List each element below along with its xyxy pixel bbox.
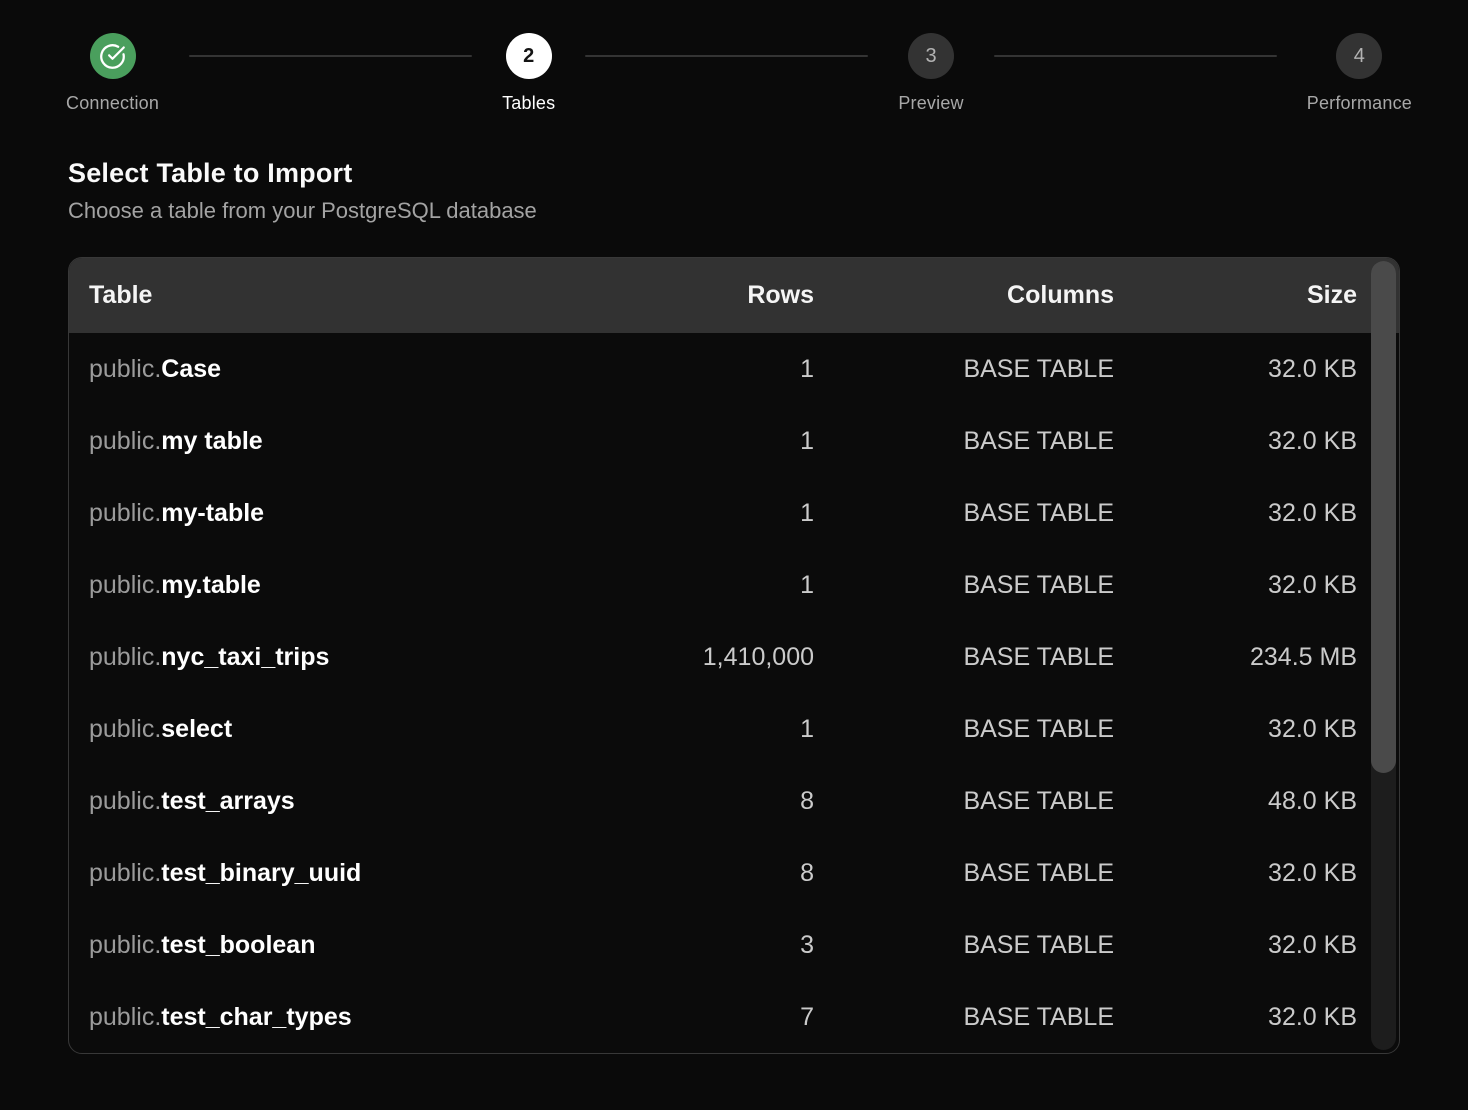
table-row[interactable]: public.test_char_types 7 BASE TABLE 32.0… [69, 981, 1399, 1053]
columns-cell: BASE TABLE [814, 571, 1114, 600]
table-name: test_boolean [161, 931, 315, 959]
step-connection-label: Connection [66, 93, 159, 114]
table-name: nyc_taxi_trips [161, 643, 329, 671]
size-cell: 32.0 KB [1114, 499, 1357, 528]
schema-prefix: public. [89, 427, 161, 455]
step-performance[interactable]: 4 Performance [1307, 33, 1412, 114]
size-cell: 32.0 KB [1114, 355, 1357, 384]
table-name-cell: public.Case [89, 355, 614, 384]
table-name: Case [161, 355, 221, 383]
size-cell: 32.0 KB [1114, 1003, 1357, 1032]
column-header-size: Size [1114, 281, 1357, 310]
step-preview-label: Preview [898, 93, 963, 114]
scrollbar-thumb[interactable] [1371, 261, 1396, 773]
rows-cell: 1,410,000 [614, 643, 814, 672]
table-name-cell: public.test_arrays [89, 787, 614, 816]
page-title: Select Table to Import [68, 158, 1400, 189]
rows-cell: 1 [614, 427, 814, 456]
rows-cell: 1 [614, 571, 814, 600]
page-subtitle: Choose a table from your PostgreSQL data… [68, 198, 1400, 224]
size-cell: 32.0 KB [1114, 427, 1357, 456]
schema-prefix: public. [89, 787, 161, 815]
rows-cell: 1 [614, 715, 814, 744]
step-connector [585, 55, 868, 57]
tables-list-card: Table Rows Columns Size public.Case 1 BA… [68, 257, 1400, 1054]
size-cell: 48.0 KB [1114, 787, 1357, 816]
table-name: test_arrays [161, 787, 294, 815]
rows-cell: 7 [614, 1003, 814, 1032]
table-row[interactable]: public.test_boolean 3 BASE TABLE 32.0 KB [69, 909, 1399, 981]
table-name-cell: public.test_char_types [89, 1003, 614, 1032]
schema-prefix: public. [89, 355, 161, 383]
table-name-cell: public.test_binary_uuid [89, 859, 614, 888]
columns-cell: BASE TABLE [814, 643, 1114, 672]
step-connection-circle[interactable] [90, 33, 136, 79]
step-tables-label: Tables [502, 93, 555, 114]
table-name-cell: public.my.table [89, 571, 614, 600]
step-tables[interactable]: 2 Tables [502, 33, 555, 114]
columns-cell: BASE TABLE [814, 355, 1114, 384]
schema-prefix: public. [89, 931, 161, 959]
step-connection[interactable]: Connection [66, 33, 159, 114]
step-performance-circle[interactable]: 4 [1336, 33, 1382, 79]
step-connector [189, 55, 472, 57]
column-header-rows: Rows [614, 281, 814, 310]
table-row[interactable]: public.my-table 1 BASE TABLE 32.0 KB [69, 477, 1399, 549]
size-cell: 234.5 MB [1114, 643, 1357, 672]
table-row[interactable]: public.test_binary_uuid 8 BASE TABLE 32.… [69, 837, 1399, 909]
step-tables-circle[interactable]: 2 [506, 33, 552, 79]
columns-cell: BASE TABLE [814, 859, 1114, 888]
table-name: my.table [161, 571, 261, 599]
schema-prefix: public. [89, 859, 161, 887]
schema-prefix: public. [89, 715, 161, 743]
size-cell: 32.0 KB [1114, 931, 1357, 960]
wizard-stepper: Connection 2 Tables 3 Preview 4 Performa… [0, 0, 1468, 114]
table-name-cell: public.select [89, 715, 614, 744]
size-cell: 32.0 KB [1114, 571, 1357, 600]
columns-cell: BASE TABLE [814, 931, 1114, 960]
rows-cell: 1 [614, 499, 814, 528]
column-header-table: Table [89, 281, 614, 310]
table-row[interactable]: public.nyc_taxi_trips 1,410,000 BASE TAB… [69, 621, 1399, 693]
check-circle-icon [99, 43, 126, 70]
table-row[interactable]: public.test_arrays 8 BASE TABLE 48.0 KB [69, 765, 1399, 837]
table-name-cell: public.nyc_taxi_trips [89, 643, 614, 672]
columns-cell: BASE TABLE [814, 499, 1114, 528]
schema-prefix: public. [89, 643, 161, 671]
table-name: my table [161, 427, 262, 455]
table-row[interactable]: public.select 1 BASE TABLE 32.0 KB [69, 693, 1399, 765]
schema-prefix: public. [89, 1003, 161, 1031]
table-name: my-table [161, 499, 264, 527]
step-preview[interactable]: 3 Preview [898, 33, 963, 114]
rows-cell: 3 [614, 931, 814, 960]
columns-cell: BASE TABLE [814, 787, 1114, 816]
table-name: test_binary_uuid [161, 859, 361, 887]
table-header-row: Table Rows Columns Size [69, 258, 1399, 333]
size-cell: 32.0 KB [1114, 715, 1357, 744]
size-cell: 32.0 KB [1114, 859, 1357, 888]
table-name-cell: public.my table [89, 427, 614, 456]
main-content: Select Table to Import Choose a table fr… [68, 158, 1400, 1054]
scrollbar-track[interactable] [1371, 261, 1396, 1050]
step-performance-label: Performance [1307, 93, 1412, 114]
step-preview-circle[interactable]: 3 [908, 33, 954, 79]
table-name-cell: public.my-table [89, 499, 614, 528]
columns-cell: BASE TABLE [814, 1003, 1114, 1032]
table-name: select [161, 715, 232, 743]
step-connector [994, 55, 1277, 57]
table-row[interactable]: public.my table 1 BASE TABLE 32.0 KB [69, 405, 1399, 477]
rows-cell: 8 [614, 787, 814, 816]
rows-cell: 1 [614, 355, 814, 384]
table-name: test_char_types [161, 1003, 351, 1031]
schema-prefix: public. [89, 571, 161, 599]
rows-cell: 8 [614, 859, 814, 888]
table-name-cell: public.test_boolean [89, 931, 614, 960]
schema-prefix: public. [89, 499, 161, 527]
columns-cell: BASE TABLE [814, 715, 1114, 744]
columns-cell: BASE TABLE [814, 427, 1114, 456]
table-row[interactable]: public.Case 1 BASE TABLE 32.0 KB [69, 333, 1399, 405]
column-header-columns: Columns [814, 281, 1114, 310]
table-row[interactable]: public.my.table 1 BASE TABLE 32.0 KB [69, 549, 1399, 621]
table-body: public.Case 1 BASE TABLE 32.0 KB public.… [69, 333, 1399, 1053]
